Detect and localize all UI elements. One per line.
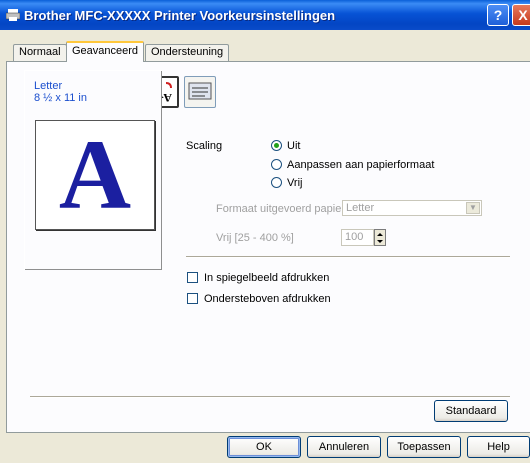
preview-letter: A [58, 119, 132, 230]
upside-down-checkbox[interactable] [187, 293, 198, 304]
printer-icon [6, 9, 20, 21]
svg-text:A: A [163, 91, 172, 105]
device-options-button[interactable] [184, 76, 216, 108]
output-paper-select[interactable]: Letter ▼ [342, 200, 482, 216]
tab-geavanceerd[interactable]: Geavanceerd [66, 41, 145, 62]
help-button[interactable]: Help [467, 436, 530, 458]
scaling-fit-label[interactable]: Aanpassen aan papierformaat [287, 159, 434, 171]
close-button[interactable]: X [512, 4, 530, 26]
chevron-down-icon: ▼ [466, 202, 480, 214]
window-title: Brother MFC-XXXXX Printer Voorkeursinste… [24, 8, 336, 23]
title-bar: Brother MFC-XXXXX Printer Voorkeursinste… [0, 0, 530, 30]
help-title-button[interactable]: ? [487, 4, 509, 26]
scaling-free-radio[interactable] [271, 177, 282, 188]
preview-paper: A [35, 120, 155, 230]
upside-down-label[interactable]: Ondersteboven afdrukken [204, 293, 331, 305]
divider [186, 256, 510, 258]
scaling-off-label[interactable]: Uit [287, 140, 300, 152]
free-scale-spinner[interactable] [374, 229, 386, 246]
tab-normaal[interactable]: Normaal [13, 44, 67, 61]
output-paper-value: Letter [346, 202, 375, 214]
output-paper-label: Formaat uitgevoerd papier [216, 203, 346, 215]
free-scale-label: Vrij [25 - 400 %] [216, 232, 294, 244]
default-button[interactable]: Standaard [434, 400, 508, 422]
scaling-label: Scaling [186, 140, 223, 152]
bottom-divider [30, 396, 510, 398]
scaling-fit-radio[interactable] [271, 159, 282, 170]
apply-button[interactable]: Toepassen [387, 436, 461, 458]
free-scale-input[interactable]: 100 [341, 229, 374, 246]
cancel-button[interactable]: Annuleren [307, 436, 381, 458]
tab-ondersteuning[interactable]: Ondersteuning [145, 44, 230, 61]
mirror-print-checkbox[interactable] [187, 272, 198, 283]
preview-paper-name: Letter [34, 80, 63, 92]
tab-bar: Normaal Geavanceerd Ondersteuning [0, 30, 530, 62]
device-options-icon [188, 82, 212, 100]
mirror-print-label[interactable]: In spiegelbeeld afdrukken [204, 272, 329, 284]
preview-paper-size: 8 ½ x 11 in [34, 92, 87, 104]
ok-button[interactable]: OK [227, 436, 301, 458]
scaling-free-label[interactable]: Vrij [287, 177, 302, 189]
scaling-off-radio[interactable] [271, 140, 282, 151]
